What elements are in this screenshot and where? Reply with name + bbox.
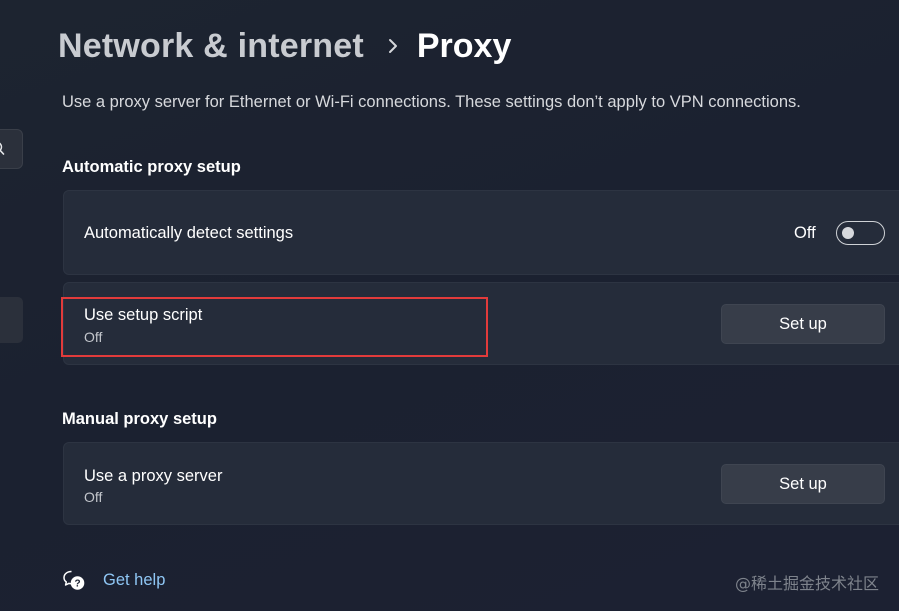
breadcrumb: Network & internet Proxy bbox=[58, 22, 511, 70]
auto-detect-state: Off bbox=[794, 224, 816, 242]
help-chat-icon: ? bbox=[62, 568, 86, 592]
section-title-manual: Manual proxy setup bbox=[62, 410, 217, 428]
watermark: @稀土掘金技术社区 bbox=[734, 574, 879, 593]
proxy-server-status: Off bbox=[84, 489, 103, 505]
svg-text:?: ? bbox=[74, 579, 80, 590]
get-help-link[interactable]: Get help bbox=[103, 571, 165, 590]
chevron-right-icon bbox=[386, 36, 400, 56]
proxy-server-card: Use a proxy server Off Set up bbox=[63, 442, 899, 525]
setup-script-status: Off bbox=[84, 329, 103, 345]
auto-detect-toggle[interactable] bbox=[836, 221, 885, 245]
proxy-server-label: Use a proxy server bbox=[84, 467, 223, 485]
auto-detect-card: Automatically detect settings Off bbox=[63, 190, 899, 275]
page-description: Use a proxy server for Ethernet or Wi-Fi… bbox=[62, 93, 801, 111]
setup-script-card: Use setup script Off Set up bbox=[63, 282, 899, 365]
toggle-knob bbox=[842, 226, 854, 239]
setup-script-button[interactable]: Set up bbox=[721, 304, 885, 344]
section-title-automatic: Automatic proxy setup bbox=[62, 158, 241, 176]
search-icon bbox=[0, 140, 9, 158]
sidebar-search-box[interactable] bbox=[0, 129, 23, 169]
sidebar-item-selected[interactable] bbox=[0, 297, 23, 343]
auto-detect-label: Automatically detect settings bbox=[84, 224, 294, 242]
setup-script-label: Use setup script bbox=[84, 306, 203, 324]
proxy-server-button[interactable]: Set up bbox=[721, 464, 885, 504]
page-title: Proxy bbox=[416, 26, 512, 65]
breadcrumb-parent[interactable]: Network & internet bbox=[58, 27, 364, 66]
get-help-row[interactable]: ? Get help bbox=[62, 568, 165, 592]
